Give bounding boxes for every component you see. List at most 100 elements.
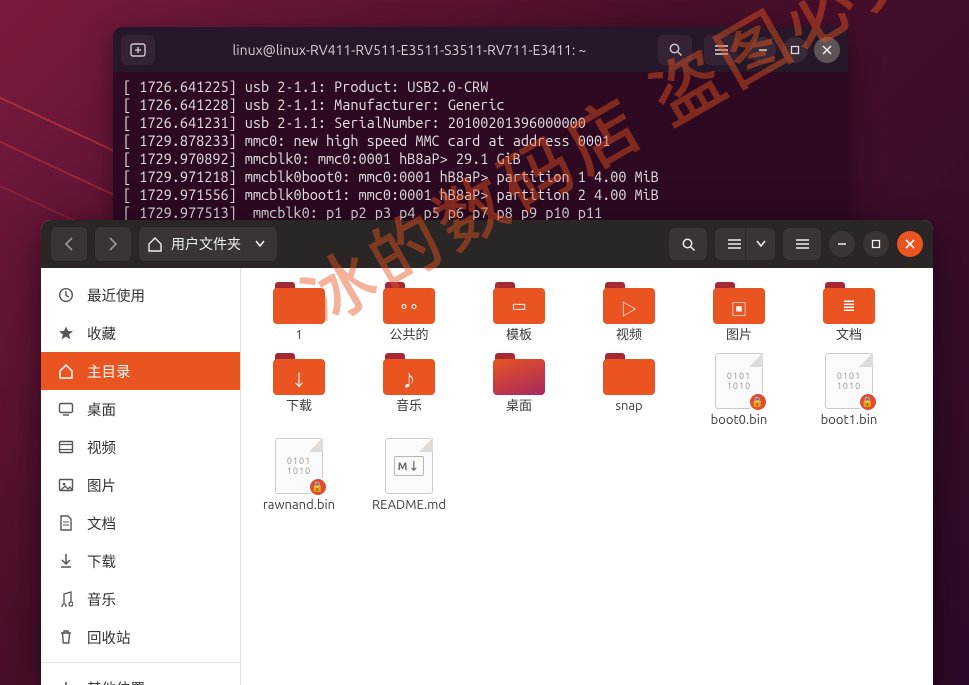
sidebar-item-download[interactable]: 下载	[41, 542, 240, 580]
sidebar-item-label: 回收站	[87, 627, 131, 648]
nav-forward-button[interactable]	[95, 227, 131, 261]
terminal-menu-button[interactable]	[704, 35, 738, 65]
folder-icon: ▣	[713, 282, 765, 324]
grid-item[interactable]: ♪ 音乐	[369, 353, 449, 428]
sidebar-item-label: 主目录	[87, 361, 131, 382]
grid-item[interactable]: 01011010🔒 rawnand.bin	[259, 438, 339, 513]
sidebar-item-label: 图片	[87, 475, 116, 496]
sidebar-item-label: 下载	[87, 551, 116, 572]
grid-item[interactable]: ▣ 图片	[699, 282, 779, 343]
music-icon	[57, 591, 75, 607]
markdown-file-icon: M↓	[385, 438, 433, 494]
item-label: boot0.bin	[711, 413, 768, 428]
folder-icon: ∘∘	[383, 282, 435, 324]
item-label: 视频	[616, 328, 642, 343]
terminal-maximize-button[interactable]	[782, 37, 808, 63]
lock-icon: 🔒	[308, 477, 328, 497]
grid-item[interactable]: 桌面	[479, 353, 559, 428]
grid-item[interactable]: ↓ 下载	[259, 353, 339, 428]
grid-item[interactable]: ▭ 模板	[479, 282, 559, 343]
file-manager-window: 用户文件夹 最近使用收藏主目录桌面视频图片文档下载音乐回收站其他位置 1∘∘公共…	[41, 220, 933, 685]
sidebar-item-star[interactable]: 收藏	[41, 314, 240, 352]
new-tab-button[interactable]	[121, 35, 155, 65]
download-icon	[57, 553, 75, 569]
sidebar-item-doc[interactable]: 文档	[41, 504, 240, 542]
item-label: 图片	[726, 328, 752, 343]
item-label: rawnand.bin	[263, 498, 335, 513]
folder-icon: ▭	[493, 282, 545, 324]
doc-icon	[57, 515, 75, 531]
nav-back-button[interactable]	[51, 227, 87, 261]
terminal-minimize-button[interactable]	[750, 37, 776, 63]
clock-icon	[57, 287, 75, 303]
trash-icon	[57, 629, 75, 645]
sidebar-item-video[interactable]: 视频	[41, 428, 240, 466]
item-label: 公共的	[389, 328, 428, 343]
files-close-button[interactable]	[897, 231, 923, 257]
path-bar[interactable]: 用户文件夹	[139, 227, 277, 261]
grid-item[interactable]: ▷ 视频	[589, 282, 669, 343]
sidebar-item-home[interactable]: 主目录	[41, 352, 240, 390]
sidebar-item-desktop[interactable]: 桌面	[41, 390, 240, 428]
sidebar: 最近使用收藏主目录桌面视频图片文档下载音乐回收站其他位置	[41, 268, 241, 685]
sidebar-item-other-locations[interactable]: 其他位置	[41, 669, 240, 685]
item-label: README.md	[372, 498, 446, 513]
path-label: 用户文件夹	[171, 234, 241, 254]
binary-file-icon: 01011010🔒	[825, 353, 873, 409]
files-grid[interactable]: 1 ∘∘ 公共的 ▭ 模板 ▷ 视频 ▣ 图片 ≣ 文档 ↓ 下载 ♪ 音乐 桌面 snap 01011010🔒 b…	[241, 268, 933, 685]
item-label: 模板	[506, 328, 532, 343]
sidebar-item-clock[interactable]: 最近使用	[41, 276, 240, 314]
files-menu-button[interactable]	[783, 228, 821, 260]
folder-icon: ≣	[823, 282, 875, 324]
terminal-output[interactable]: [ 1726.641225] usb 2-1.1: Product: USB2.…	[113, 72, 848, 228]
item-label: boot1.bin	[821, 413, 878, 428]
image-icon	[57, 478, 75, 492]
sidebar-item-label: 最近使用	[87, 285, 145, 306]
folder-icon	[493, 353, 545, 395]
sidebar-item-music[interactable]: 音乐	[41, 580, 240, 618]
grid-item[interactable]: M↓ README.md	[369, 438, 449, 513]
star-icon	[57, 325, 75, 341]
plus-icon	[57, 681, 75, 685]
item-label: 下载	[286, 399, 312, 414]
sidebar-item-label: 音乐	[87, 589, 116, 610]
sidebar-item-label: 其他位置	[87, 678, 145, 685]
lock-icon: 🔒	[858, 392, 878, 412]
terminal-search-button[interactable]	[658, 35, 692, 65]
binary-file-icon: 01011010🔒	[715, 353, 763, 409]
item-label: 音乐	[396, 399, 422, 414]
sidebar-item-label: 文档	[87, 513, 116, 534]
files-minimize-button[interactable]	[829, 231, 855, 257]
item-label: 桌面	[506, 399, 532, 414]
grid-item[interactable]: 01011010🔒 boot0.bin	[699, 353, 779, 428]
grid-item[interactable]: ∘∘ 公共的	[369, 282, 449, 343]
view-options-button[interactable]	[745, 228, 775, 260]
chevron-down-icon	[255, 240, 265, 248]
video-icon	[57, 440, 75, 454]
sidebar-item-image[interactable]: 图片	[41, 466, 240, 504]
folder-icon: ↓	[273, 353, 325, 395]
folder-icon	[603, 353, 655, 395]
sidebar-item-trash[interactable]: 回收站	[41, 618, 240, 656]
folder-icon: ♪	[383, 353, 435, 395]
terminal-close-button[interactable]	[814, 37, 840, 63]
grid-item[interactable]: ≣ 文档	[809, 282, 889, 343]
sidebar-item-label: 视频	[87, 437, 116, 458]
files-maximize-button[interactable]	[863, 231, 889, 257]
binary-file-icon: 01011010🔒	[275, 438, 323, 494]
folder-icon: ▷	[603, 282, 655, 324]
terminal-header: linux@linux-RV411-RV511-E3511-S3511-RV71…	[113, 27, 848, 72]
sidebar-item-label: 桌面	[87, 399, 116, 420]
home-icon	[57, 364, 75, 379]
grid-item[interactable]: 1	[259, 282, 339, 343]
files-search-button[interactable]	[669, 228, 707, 260]
folder-icon	[273, 282, 325, 324]
grid-item[interactable]: snap	[589, 353, 669, 428]
item-label: 1	[295, 328, 302, 343]
item-label: snap	[615, 399, 642, 414]
desktop-icon	[57, 402, 75, 416]
item-label: 文档	[836, 328, 862, 343]
file-manager-header: 用户文件夹	[41, 220, 933, 268]
grid-item[interactable]: 01011010🔒 boot1.bin	[809, 353, 889, 428]
terminal-title: linux@linux-RV411-RV511-E3511-S3511-RV71…	[161, 42, 658, 58]
